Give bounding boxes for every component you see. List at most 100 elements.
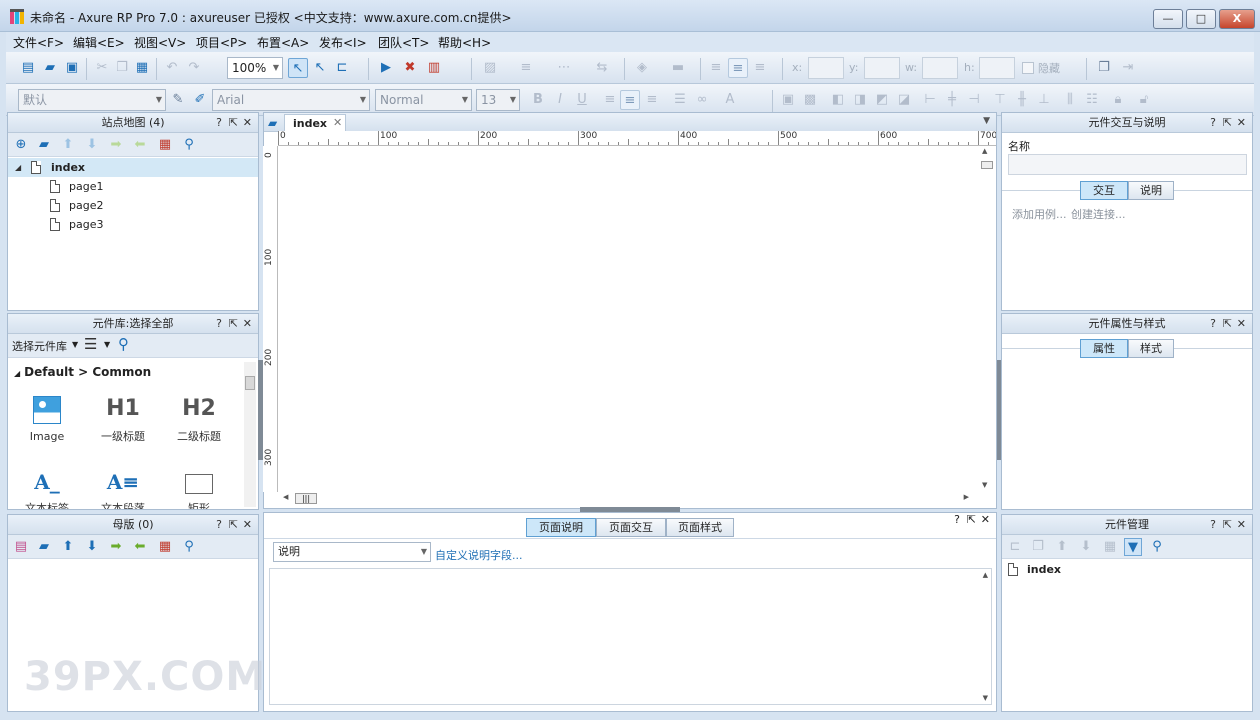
widget-heading1[interactable]: H1 一级标题 [88,396,158,444]
widget-paragraph[interactable]: A≡ 文本段落 [88,470,158,509]
help-icon[interactable]: ? [216,113,222,132]
distribute-horizontal-icon[interactable]: ⫼ [1060,90,1080,110]
tab-list-icon[interactable]: ▼ [983,116,990,126]
lock-icon[interactable]: 🔒︎ [1108,90,1128,110]
ungroup-icon[interactable]: ▩ [800,90,820,110]
help-icon[interactable]: ? [1210,314,1216,333]
tab-index[interactable]: index ✕ [284,114,346,132]
scroll-down-icon[interactable]: ▼ [982,481,987,489]
move-down-icon[interactable]: ⬇ [83,136,101,154]
delete-icon[interactable]: ▦ [1101,538,1119,556]
close-window-button[interactable]: X [1219,9,1255,29]
y-coordinate-input[interactable] [864,57,900,79]
bring-forward-icon[interactable]: ◩ [872,90,892,110]
zoom-select[interactable]: 100% ▼ [227,57,283,79]
scroll-left-icon[interactable]: ◀ [283,493,288,501]
search-icon[interactable]: ⚲ [1148,538,1166,556]
notes-field-select[interactable]: 说明 ▼ [273,542,431,562]
search-icon[interactable]: ⚲ [180,136,198,154]
menu-lines-icon[interactable]: ☰ [84,335,97,353]
move-up-icon[interactable]: ⬆ [1053,538,1071,556]
width-input[interactable] [922,57,958,79]
search-icon[interactable]: ⚲ [180,538,198,556]
copy-icon[interactable]: ❐ [112,58,132,78]
widget-heading2[interactable]: H2 二级标题 [164,396,234,444]
group-icon[interactable]: ▣ [778,90,798,110]
undo-icon[interactable]: ↶ [162,58,182,78]
line-style-icon[interactable]: ⋯ [554,58,574,78]
outdent-icon[interactable]: ⬅ [131,538,149,556]
tab-style[interactable]: 样式 [1128,339,1174,358]
sitemap-row-page2[interactable]: page2 [8,196,258,215]
chevron-down-icon[interactable]: ▼ [72,340,78,349]
intersect-select-icon[interactable]: ↖ [310,58,330,78]
menu-arrange[interactable]: 布置<A> [257,34,309,51]
sitemap-row-page3[interactable]: page3 [8,215,258,234]
align-left-objects-icon[interactable]: ⊢ [920,90,940,110]
close-panel-icon[interactable]: ✕ [981,513,990,526]
close-panel-icon[interactable]: ✕ [243,113,252,132]
x-coordinate-input[interactable] [808,57,844,79]
align-right-objects-icon[interactable]: ⊣ [964,90,984,110]
sitemap-row-page1[interactable]: page1 [8,177,258,196]
send-backward-icon[interactable]: ◪ [894,90,914,110]
scroll-up-icon[interactable]: ▲ [982,147,987,155]
pin-icon[interactable]: ⇱ [1223,314,1232,333]
redo-icon[interactable]: ↷ [184,58,204,78]
delete-master-icon[interactable]: ▦ [156,538,174,556]
hidden-checkbox[interactable] [1022,62,1034,74]
close-panel-icon[interactable]: ✕ [243,314,252,333]
sitemap-row-index[interactable]: ◢ index [8,158,258,177]
pin-icon[interactable]: ⇱ [229,113,238,132]
font-family-select[interactable]: Arial ▼ [212,89,370,111]
menu-file[interactable]: 文件<F> [13,34,64,51]
menu-team[interactable]: 团队<T> [378,34,429,51]
widget-rectangle[interactable]: 矩形 [164,470,234,509]
menu-publish[interactable]: 发布<I> [319,34,367,51]
tab-interactions[interactable]: 交互 [1080,181,1128,200]
format-painter-icon[interactable]: ▨ [480,58,500,78]
pin-icon[interactable]: ⇱ [1223,113,1232,132]
paste-icon[interactable]: ▦ [132,58,152,78]
close-panel-icon[interactable]: ✕ [1237,515,1246,534]
left-splitter-handle[interactable] [258,360,263,460]
align-top-text-icon[interactable]: ≡ [706,58,726,78]
add-case-link[interactable]: 添加用例... [1012,206,1067,222]
custom-fields-link[interactable]: 自定义说明字段... [435,547,523,563]
help-icon[interactable]: ? [216,515,222,534]
add-folder-icon[interactable]: ▰ [35,538,53,556]
search-icon[interactable]: ⚲ [118,335,129,353]
shadow-icon[interactable]: ▬ [668,58,688,78]
widget-text-label[interactable]: A_ 文本标签 [12,470,82,509]
page-properties-icon[interactable]: ❐ [1094,58,1114,78]
pin-icon[interactable]: ⇱ [967,513,976,526]
bullet-list-icon[interactable]: ☰ [670,90,690,110]
link-icon[interactable]: ∞ [692,90,712,110]
add-state-icon[interactable]: ⊏ [1006,538,1024,556]
outline-row-index[interactable]: index [1002,560,1252,579]
tab-page-notes[interactable]: 页面说明 [526,518,596,537]
height-input[interactable] [979,57,1015,79]
close-tab-icon[interactable]: ✕ [333,116,342,129]
help-icon[interactable]: ? [216,314,222,333]
align-right-icon[interactable]: ≡ [642,90,662,110]
outdent-icon[interactable]: ⬅ [131,136,149,154]
bring-front-icon[interactable]: ◧ [828,90,848,110]
scroll-down-icon[interactable]: ▼ [983,694,988,702]
pin-icon[interactable]: ⇱ [229,515,238,534]
notes-textarea[interactable]: ▲ ▼ [269,568,992,705]
save-icon[interactable]: ▣ [62,58,82,78]
publish-icon[interactable]: ▥ [424,58,444,78]
line-weight-icon[interactable]: ≡ [516,58,536,78]
select-pointer-icon[interactable]: ↖ [288,58,308,78]
close-panel-icon[interactable]: ✕ [1237,314,1246,333]
preview-icon[interactable]: ▶ [376,58,396,78]
new-file-icon[interactable]: ▤ [18,58,38,78]
chevron-down-icon[interactable]: ▼ [104,340,110,349]
add-page-icon[interactable]: ⊕ [12,136,30,154]
underline-icon[interactable]: U [572,90,592,110]
indent-icon[interactable]: ➡ [107,136,125,154]
style-editor-icon[interactable]: ✎ [168,90,188,110]
create-link-link[interactable]: 创建连接... [1071,206,1126,222]
move-up-icon[interactable]: ⬆ [59,538,77,556]
